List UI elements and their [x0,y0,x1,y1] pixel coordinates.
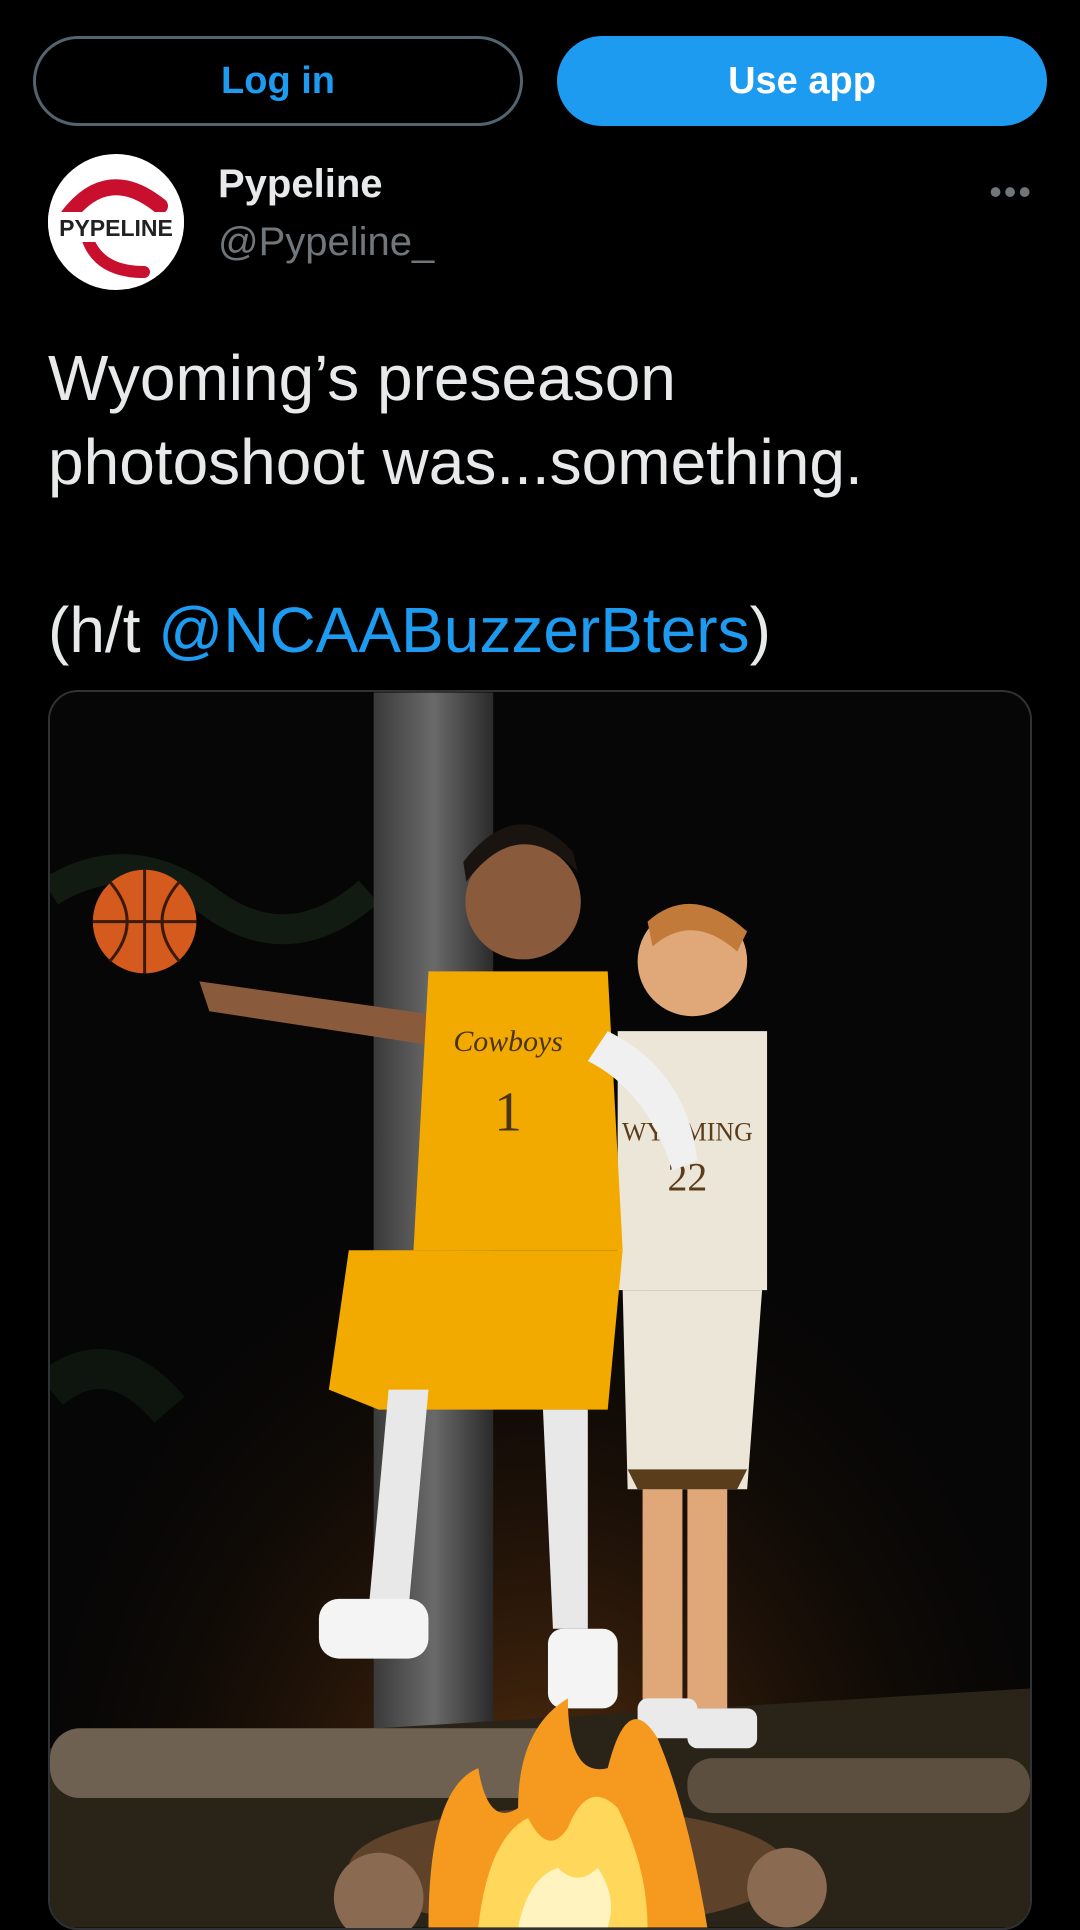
tweet-header: PYPELINE Pypeline @Pypeline_ ••• [48,154,1033,290]
log [50,1728,568,1799]
pypeline-logo-icon: PYPELINE [48,179,184,278]
tweet-credit: (h/t @NCAABuzzerBters) [48,588,1028,672]
avatar-logo-text: PYPELINE [59,215,173,241]
jersey1-text: Cowboys [453,1025,563,1058]
mention-link[interactable]: @NCAABuzzerBters [158,594,749,666]
credit-prefix: (h/t [48,594,159,666]
photo-scene: WYOMING 22 Cowboys 1 [50,692,1030,1928]
tweet-photo[interactable]: WYOMING 22 Cowboys 1 [48,690,1032,1930]
login-button[interactable]: Log in [33,36,523,126]
author-name[interactable]: Pypeline [218,162,383,207]
tweet-text-line-1: Wyoming’s preseason [48,342,676,414]
tweet-body: Wyoming’s preseason photoshoot was...som… [48,336,1028,672]
jersey1-number: 1 [494,1082,522,1144]
avatar[interactable]: PYPELINE [48,154,184,290]
credit-suffix: ) [749,594,771,666]
tweet-text-line-2: photoshoot was...something. [48,426,863,498]
author-handle[interactable]: @Pypeline_ [218,220,434,265]
basketball-icon [92,869,197,974]
use-app-button[interactable]: Use app [557,36,1047,126]
top-bar: Log in Use app [33,36,1047,126]
ellipsis-icon[interactable]: ••• [989,174,1033,210]
